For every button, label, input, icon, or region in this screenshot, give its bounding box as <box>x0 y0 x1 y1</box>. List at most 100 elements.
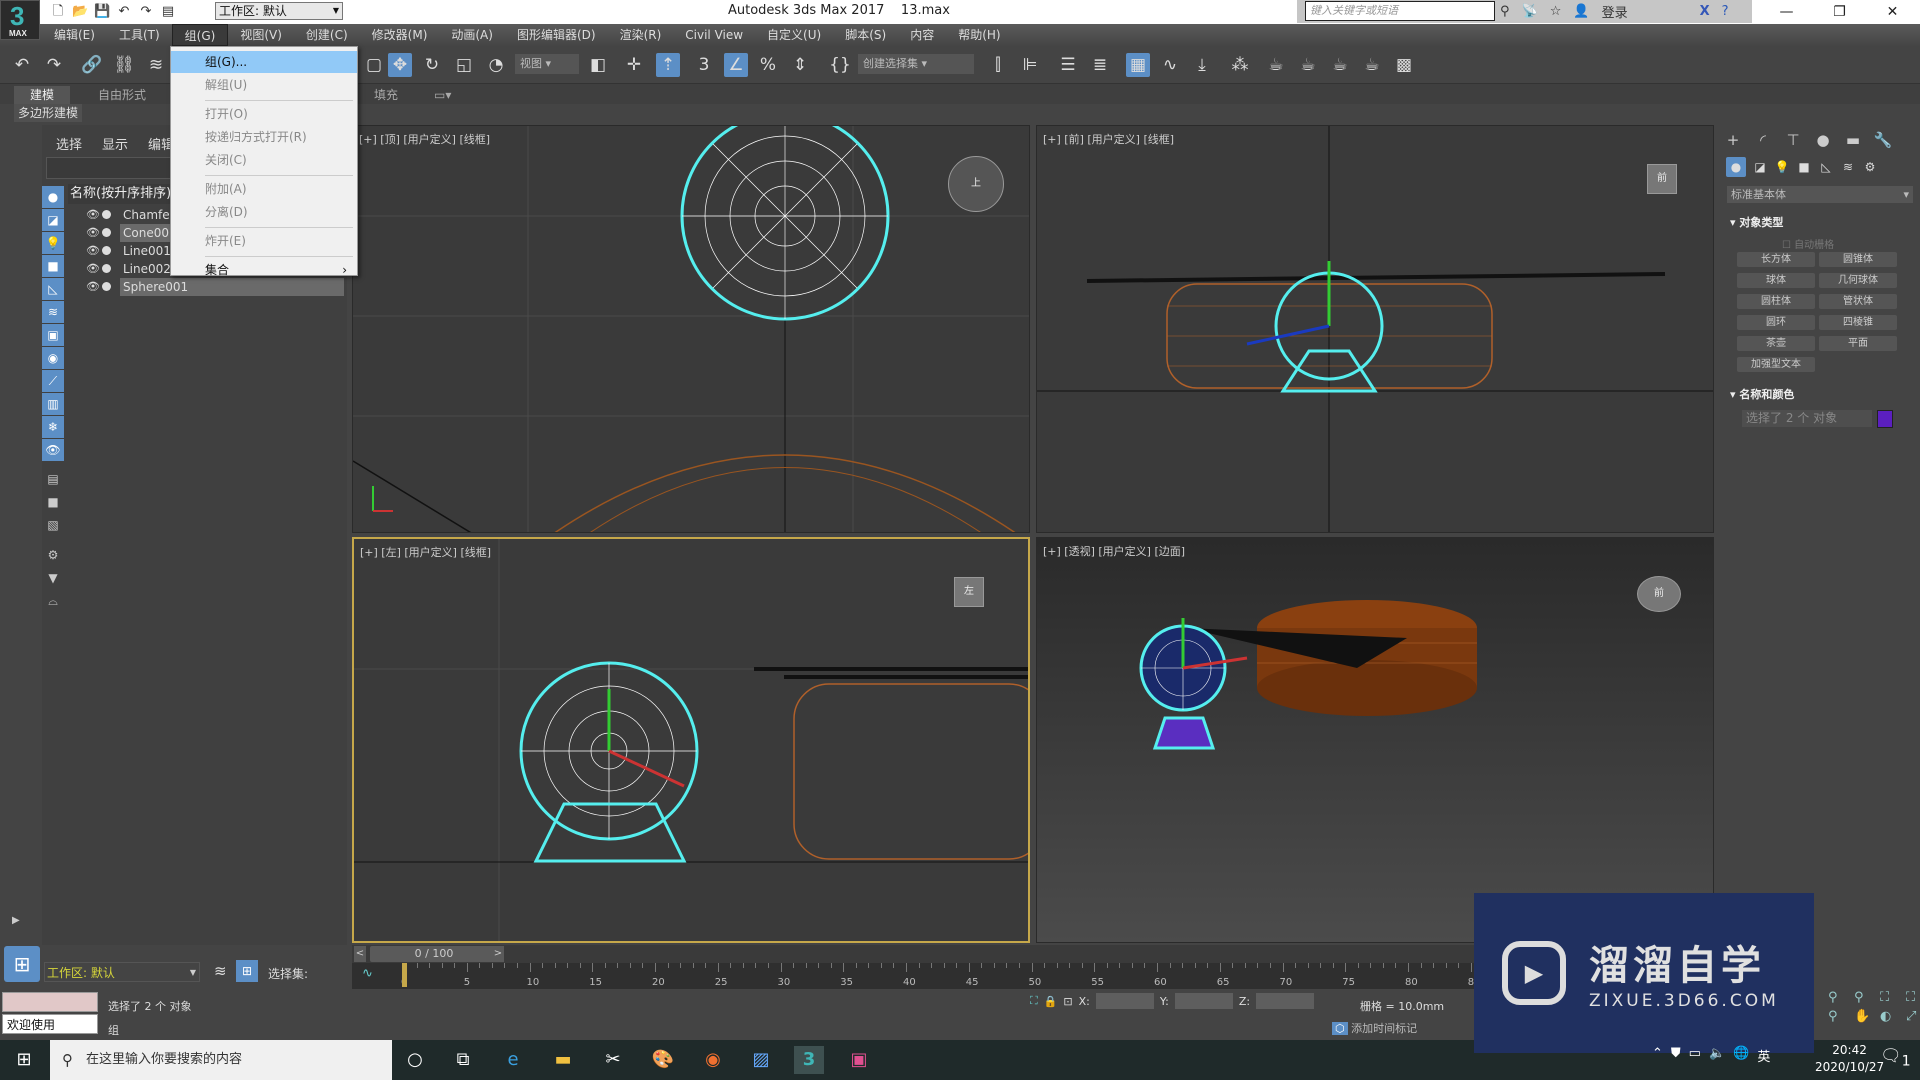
zoom-all-icon[interactable]: ⚲ <box>1854 990 1876 1005</box>
save-icon[interactable]: 💾 <box>94 4 110 20</box>
container-filter-icon[interactable]: ▥ <box>42 393 64 415</box>
edge-icon[interactable]: e <box>498 1046 528 1074</box>
orbit-icon[interactable]: ◐ <box>1880 1009 1902 1024</box>
modify-tab-icon[interactable]: ◜ <box>1750 129 1776 151</box>
workspace-selector[interactable]: 工作区: 默认 ▼ <box>44 962 200 982</box>
menu-9[interactable]: Civil View <box>673 24 755 46</box>
angle-snap-icon[interactable]: ∠ <box>724 53 748 77</box>
undo-icon[interactable]: ↶ <box>116 4 132 20</box>
sketch-app-icon[interactable]: ▨ <box>746 1046 776 1074</box>
isolate-selection-icon[interactable]: ⛶ <box>1030 994 1038 1008</box>
current-frame-marker[interactable] <box>402 963 407 987</box>
rendered-frame-window-icon[interactable]: ☕ <box>1296 53 1320 77</box>
zoom-icon[interactable]: ⚲ <box>1828 990 1850 1005</box>
curve-editor-icon[interactable]: ∿ <box>1158 53 1182 77</box>
scene-explorer-toggle-icon[interactable]: ☰ <box>1056 53 1080 77</box>
primitive-button[interactable]: 四棱锥 <box>1819 315 1897 330</box>
primitive-button[interactable]: 几何球体 <box>1819 273 1897 288</box>
user-icon[interactable]: 👤 <box>1573 4 1589 19</box>
select-scale-icon[interactable]: ◱ <box>452 53 476 77</box>
display-tab-icon[interactable]: ▬ <box>1840 129 1866 151</box>
rollout-name-color[interactable]: ▾ 名称和颜色 <box>1730 386 1794 402</box>
object-name-input[interactable]: 选择了 2 个 对象 <box>1742 410 1872 427</box>
menu-3[interactable]: 视图(V) <box>228 24 294 46</box>
satellite-icon[interactable]: 📡 <box>1522 4 1538 19</box>
sync-selection-icon[interactable]: ⚙ <box>42 544 64 566</box>
menu-6[interactable]: 动画(A) <box>439 24 505 46</box>
taskbar-clock[interactable]: 20:42 2020/10/27 <box>1815 1042 1884 1076</box>
primitive-button[interactable]: 平面 <box>1819 336 1897 351</box>
restore-button[interactable]: ❐ <box>1813 0 1866 24</box>
menu-7[interactable]: 图形编辑器(D) <box>505 24 608 46</box>
absolute-mode-icon[interactable]: ⊡ <box>1063 995 1072 1008</box>
menu-13[interactable]: 帮助(H) <box>946 24 1012 46</box>
visibility-eye-icon[interactable]: 👁 <box>86 242 100 260</box>
viewcube[interactable]: 前 <box>1637 576 1681 612</box>
exchange-icon[interactable]: X <box>1700 4 1710 19</box>
render-presets-icon[interactable]: ▩ <box>1392 53 1416 77</box>
helper-filter-icon[interactable]: ◺ <box>42 278 64 300</box>
display-all-icon[interactable]: ▤ <box>42 468 64 490</box>
x-coordinate-input[interactable] <box>1095 993 1154 1009</box>
3dsmax-taskbar-icon[interactable]: 3 <box>794 1046 824 1074</box>
scene-explorer-mode-icon[interactable]: ⊞ <box>236 960 258 982</box>
spacewarp-filter-icon[interactable]: ≋ <box>42 301 64 323</box>
menu-8[interactable]: 渲染(R) <box>608 24 674 46</box>
shapes-category-icon[interactable]: ◪ <box>1750 157 1770 177</box>
menu-12[interactable]: 内容 <box>898 24 946 46</box>
cameras-category-icon[interactable]: ■ <box>1794 157 1814 177</box>
schematic-view-icon[interactable]: ⤓ <box>1190 53 1214 77</box>
keyboard-shortcut-override-icon[interactable]: ⇡ <box>656 53 680 77</box>
material-editor-icon[interactable]: ⁂ <box>1228 53 1252 77</box>
unlink-icon[interactable]: ⛓ <box>112 53 136 77</box>
edit-named-selection-icon[interactable]: {} <box>828 53 852 77</box>
align-icon[interactable]: ⊫ <box>1018 53 1042 77</box>
zoom-extents-all-icon[interactable]: ⛶ <box>1906 990 1920 1005</box>
hidden-filter-icon[interactable]: 👁 <box>42 439 64 461</box>
viewcube[interactable]: 上 <box>948 156 1004 212</box>
menu-4[interactable]: 创建(C) <box>294 24 360 46</box>
dock-icon[interactable]: ⌓ <box>42 590 64 612</box>
hierarchy-tab-icon[interactable]: ⊤ <box>1780 129 1806 151</box>
trackbar[interactable]: 0510152025303540455055606570758085 <box>352 963 1602 989</box>
menu-1[interactable]: 工具(T) <box>107 24 172 46</box>
systems-category-icon[interactable]: ⚙ <box>1860 157 1880 177</box>
viewport-left[interactable]: [+] [左] [用户定义] [线框] 左 <box>352 537 1030 943</box>
ribbon-tab-freeform[interactable]: 自由形式 <box>82 86 162 104</box>
viewport-top[interactable]: [+] [顶] [用户定义] [线框] 上 <box>352 125 1030 533</box>
select-move-icon[interactable]: ✥ <box>388 53 412 77</box>
visibility-eye-icon[interactable]: 👁 <box>86 224 100 242</box>
group-menu-item[interactable]: 集合 › <box>171 259 357 281</box>
camera-filter-icon[interactable]: ■ <box>42 255 64 277</box>
help-icon[interactable]: ? <box>1722 4 1729 19</box>
y-coordinate-input[interactable] <box>1174 993 1233 1009</box>
menu-2[interactable]: 组(G) <box>171 24 229 46</box>
reference-coord-dropdown[interactable]: 视图 ▾ <box>515 54 579 74</box>
helpers-category-icon[interactable]: ◺ <box>1816 157 1836 177</box>
add-time-tag[interactable]: ⬡ 添加时间标记 <box>1332 1020 1417 1036</box>
primitive-category-dropdown[interactable]: 标准基本体 ▾ <box>1727 186 1913 203</box>
new-file-icon[interactable]: 🗋 <box>50 4 66 20</box>
layer-explorer-icon[interactable]: ≣ <box>1088 53 1112 77</box>
primitive-button[interactable]: 加强型文本 <box>1737 357 1815 372</box>
select-object-icon[interactable]: ▢ <box>362 53 386 77</box>
maxscript-listener-input[interactable] <box>2 992 98 1012</box>
percent-snap-icon[interactable]: % <box>756 53 780 77</box>
zoom-extents-icon[interactable]: ⛶ <box>1880 990 1902 1005</box>
invert-display-icon[interactable]: ▧ <box>42 514 64 536</box>
object-color-swatch[interactable] <box>1877 410 1893 428</box>
viewcube[interactable]: 前 <box>1647 164 1677 194</box>
star-icon[interactable]: ☆ <box>1550 4 1562 19</box>
next-frame-button[interactable]: > <box>492 946 504 962</box>
open-file-icon[interactable]: 📂 <box>72 4 88 20</box>
autogrid-checkbox[interactable]: ☐ 自动栅格 <box>1782 236 1834 251</box>
file-explorer-icon[interactable]: ▬ <box>548 1046 578 1074</box>
ime-indicator[interactable]: 英 <box>1757 1046 1770 1065</box>
primitive-button[interactable]: 球体 <box>1737 273 1815 288</box>
tray-expand-icon[interactable]: ⌃ <box>1652 1046 1663 1065</box>
select-rotate-icon[interactable]: ↻ <box>420 53 444 77</box>
lights-category-icon[interactable]: 💡 <box>1772 157 1792 177</box>
firefox-icon[interactable]: ◉ <box>698 1046 728 1074</box>
frozen-filter-icon[interactable]: ❄ <box>42 416 64 438</box>
previous-frame-button[interactable]: < <box>354 946 366 962</box>
